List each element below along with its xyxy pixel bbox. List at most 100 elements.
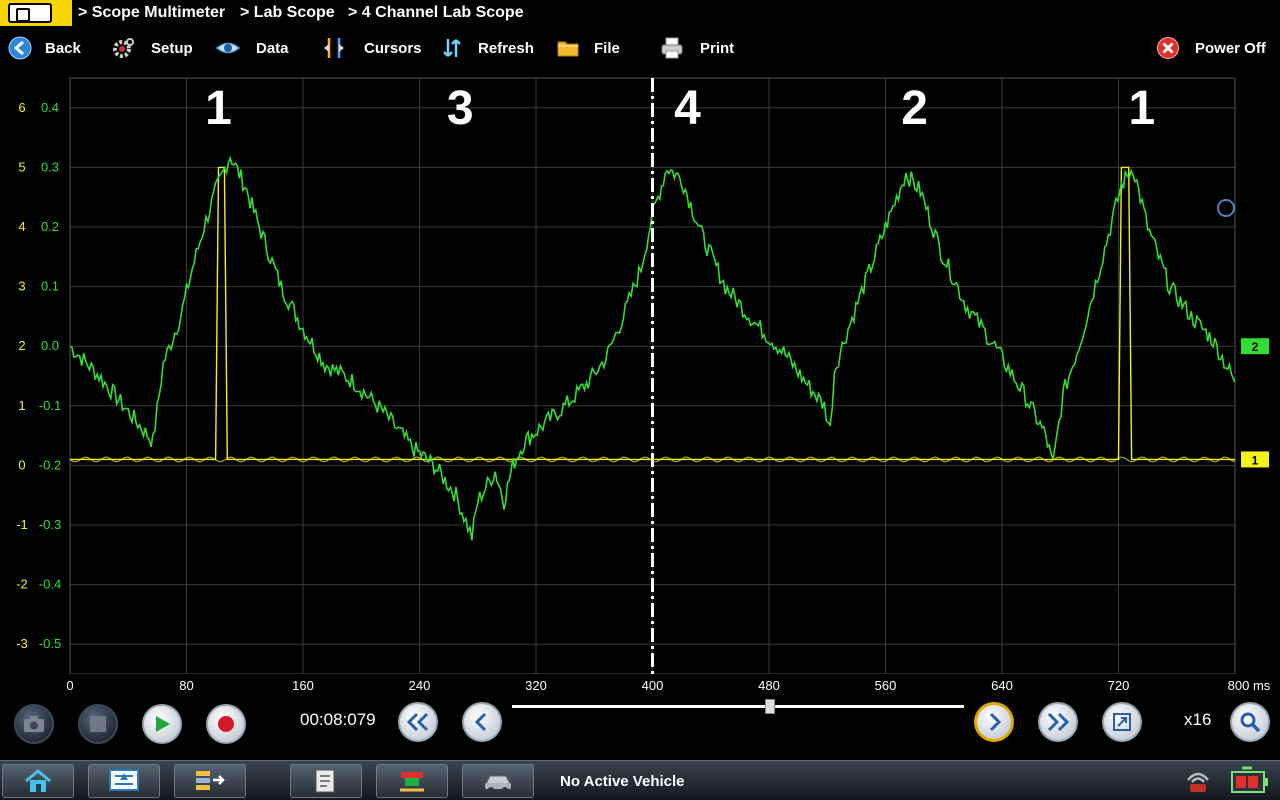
file-button[interactable]: File bbox=[556, 32, 620, 64]
setup-button[interactable]: Setup bbox=[112, 32, 193, 64]
skip-back-button[interactable] bbox=[398, 702, 438, 742]
refresh-button[interactable]: Refresh bbox=[440, 32, 534, 64]
zoom-button[interactable] bbox=[1230, 702, 1270, 742]
notes-button[interactable] bbox=[290, 764, 362, 798]
x-tick-label: 160 bbox=[292, 678, 314, 693]
channel-markers[interactable]: 12 bbox=[1241, 338, 1269, 468]
refresh-icon bbox=[443, 39, 461, 57]
screen-capture-button[interactable] bbox=[88, 764, 160, 798]
step-back-button[interactable] bbox=[462, 702, 502, 742]
scope-display[interactable]: 6 5 4 3 2 1 0 -1 -2 -3 0.4 0.3 0.2 0.1 0.0 -0.1 -0.2 -0.… bbox=[0, 70, 1280, 674]
stop-icon bbox=[90, 716, 106, 732]
cursors-icon bbox=[324, 38, 344, 58]
y-tick-label-channel1: 1 bbox=[18, 398, 25, 413]
vehicle-lift-icon bbox=[400, 772, 424, 792]
skip-forward-button[interactable] bbox=[1038, 702, 1078, 742]
tools-button[interactable] bbox=[376, 764, 448, 798]
step-forward-button[interactable] bbox=[974, 702, 1014, 742]
cursors-button[interactable]: Cursors bbox=[322, 32, 422, 64]
y-tick-label-channel2: -0.3 bbox=[39, 517, 61, 532]
data-label: Data bbox=[256, 39, 289, 57]
scope-chart[interactable]: 6 5 4 3 2 1 0 -1 -2 -3 0.4 0.3 0.2 0.1 0.0 -0.1 -0.2 -0.… bbox=[0, 70, 1280, 674]
fit-screen-button[interactable] bbox=[1102, 702, 1142, 742]
title-bar: > Scope Multimeter > Lab Scope > 4 Chann… bbox=[0, 0, 1280, 28]
section-annotation: 2 bbox=[901, 82, 928, 135]
breadcrumb-4-channel-lab-scope: > 4 Channel Lab Scope bbox=[348, 4, 524, 21]
chevron-right-icon bbox=[989, 712, 1002, 732]
y-axis-channel1: 6 5 4 3 2 1 0 -1 -2 -3 bbox=[16, 100, 28, 651]
playback-timer: 00:08:079 bbox=[300, 710, 376, 729]
x-tick-label: 800 ms bbox=[1228, 678, 1271, 693]
power-off-label: Power Off bbox=[1195, 39, 1266, 57]
magnifier-icon bbox=[1240, 712, 1261, 733]
y-tick-label-channel2: 0.2 bbox=[41, 219, 59, 234]
data-list-icon bbox=[196, 771, 225, 790]
y-tick-label-channel1: 4 bbox=[18, 219, 25, 234]
play-icon bbox=[156, 716, 170, 732]
y-axis-channel2: 0.4 0.3 0.2 0.1 0.0 -0.1 -0.2 -0.3 -0.4 -0.5 bbox=[39, 100, 61, 651]
y-tick-label-channel1: 0 bbox=[18, 457, 25, 472]
y-tick-label-channel1: 5 bbox=[18, 159, 25, 174]
fit-screen-icon bbox=[1113, 713, 1131, 731]
section-annotation: 3 bbox=[447, 82, 474, 135]
power-off-icon bbox=[1157, 37, 1179, 59]
x-tick-label: 80 bbox=[179, 678, 193, 693]
home-button[interactable] bbox=[2, 764, 74, 798]
x-tick-label: 480 bbox=[758, 678, 780, 693]
folder-icon bbox=[557, 41, 579, 57]
home-icon bbox=[25, 769, 51, 792]
y-tick-label-channel1: -1 bbox=[16, 517, 28, 532]
play-button[interactable] bbox=[142, 704, 182, 744]
refresh-label: Refresh bbox=[478, 39, 534, 57]
power-off-button[interactable]: Power Off bbox=[1156, 32, 1266, 64]
section-annotations: 1 3 4 2 1 bbox=[205, 82, 1155, 135]
app-logo-icon[interactable] bbox=[0, 0, 72, 26]
breadcrumb-scope-multimeter[interactable]: > Scope Multimeter bbox=[78, 4, 225, 22]
cursors-label: Cursors bbox=[364, 39, 422, 57]
section-annotation: 1 bbox=[1128, 82, 1155, 135]
data-button[interactable]: Data bbox=[216, 32, 289, 64]
y-tick-label-channel2: -0.5 bbox=[39, 636, 61, 651]
double-chevron-right-icon bbox=[1047, 712, 1069, 732]
printer-icon bbox=[661, 37, 683, 59]
connection-status-icon[interactable] bbox=[1180, 766, 1216, 796]
y-tick-label-channel1: 2 bbox=[18, 338, 25, 353]
x-axis: 0 80 160 240 320 400 480 560 640 720 800 ms bbox=[66, 678, 1271, 693]
y-tick-label-channel1: 6 bbox=[18, 100, 25, 115]
slider-track[interactable] bbox=[512, 705, 964, 708]
camera-button[interactable] bbox=[14, 704, 54, 744]
x-tick-label: 0 bbox=[66, 678, 73, 693]
screen-capture-icon bbox=[109, 769, 139, 791]
x-tick-label: 720 bbox=[1108, 678, 1130, 693]
data-list-button[interactable] bbox=[174, 764, 246, 798]
print-label: Print bbox=[700, 39, 735, 57]
setup-label: Setup bbox=[151, 39, 193, 57]
section-annotation: 1 bbox=[205, 82, 232, 135]
y-tick-label-channel2: 0.4 bbox=[41, 100, 59, 115]
y-tick-label-channel2: 0.0 bbox=[41, 338, 59, 353]
back-arrow-icon bbox=[8, 36, 32, 60]
y-tick-label-channel2: -0.1 bbox=[39, 398, 61, 413]
file-label: File bbox=[594, 39, 620, 57]
y-tick-label-channel1: -3 bbox=[16, 636, 28, 651]
x-tick-label: 400 bbox=[642, 678, 664, 693]
double-chevron-left-icon bbox=[407, 712, 429, 732]
y-tick-label-channel1: 3 bbox=[18, 279, 25, 294]
y-tick-label-channel1: -2 bbox=[16, 577, 28, 592]
toolbar: Back Setup Data Cursors Refresh File Pri… bbox=[0, 28, 1280, 68]
channel-marker-label: 2 bbox=[1252, 340, 1259, 354]
eye-icon bbox=[216, 42, 240, 54]
breadcrumb-lab-scope[interactable]: > Lab Scope bbox=[240, 4, 335, 22]
gear-icon bbox=[113, 38, 134, 58]
channel-marker-label: 1 bbox=[1252, 453, 1259, 467]
back-button[interactable]: Back bbox=[8, 32, 81, 64]
x-tick-label: 320 bbox=[525, 678, 547, 693]
trigger-marker-icon[interactable] bbox=[1217, 199, 1235, 217]
battery-status-icon[interactable] bbox=[1228, 766, 1272, 796]
vehicle-button[interactable] bbox=[462, 764, 534, 798]
stop-button[interactable] bbox=[78, 704, 118, 744]
record-icon bbox=[218, 716, 234, 732]
print-button[interactable]: Print bbox=[660, 32, 734, 64]
record-button[interactable] bbox=[206, 704, 246, 744]
slider-thumb[interactable] bbox=[764, 699, 775, 714]
